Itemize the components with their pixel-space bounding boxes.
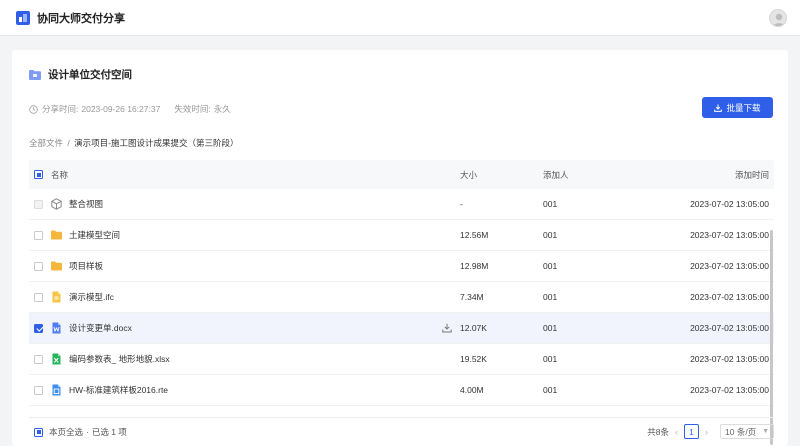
row-checkbox[interactable] [34, 261, 43, 271]
share-time-value: 2023-09-26 16:27:37 [81, 104, 161, 114]
file-size: 12.56M [460, 230, 489, 240]
batch-download-button[interactable]: 批量下载 [702, 97, 773, 118]
file-adder: 001 [543, 323, 558, 333]
table-row[interactable]: 土建模型空间 12.56M 001 2023-07-02 13:05:00 [29, 220, 774, 251]
user-icon [772, 13, 786, 26]
column-name[interactable]: 名称 [49, 169, 460, 181]
breadcrumb-current: 演示项目-施工图设计成果提交（第三阶段） [74, 138, 239, 148]
folder-icon [51, 230, 62, 240]
breadcrumb: 全部文件 / 演示项目-施工图设计成果提交（第三阶段） [29, 137, 238, 149]
table-row[interactable]: 设计变更单.docx 12.07K 001 2023-07-02 13:05:0… [29, 313, 774, 344]
row-checkbox[interactable] [34, 292, 43, 302]
file-adder: 001 [543, 230, 558, 240]
file-time: 2023-07-02 13:05:00 [690, 354, 769, 364]
app-title: 协同大师交付分享 [37, 12, 125, 25]
file-name[interactable]: 设计变更单.docx [69, 322, 132, 334]
excel-file-icon [52, 353, 61, 365]
download-icon [714, 104, 723, 112]
file-adder: 001 [543, 199, 558, 209]
row-checkbox[interactable] [34, 323, 43, 333]
file-name[interactable]: 编码参数表_ 地形地貌.xlsx [69, 353, 170, 365]
share-time-label: 分享时间: [42, 104, 79, 114]
footer-separator: · [86, 427, 89, 437]
file-size: 12.07K [460, 323, 487, 333]
model-view-icon [51, 198, 62, 210]
file-size: 12.98M [460, 261, 489, 271]
file-size: 7.34M [460, 292, 484, 302]
pagination: 共8条 ‹ 1 › 10 条/页 ▼ [647, 424, 774, 439]
file-size: 4.00M [460, 385, 484, 395]
app-logo-icon [16, 10, 30, 25]
rte-file-icon [52, 384, 61, 396]
expire-value: 永久 [213, 104, 231, 114]
file-time: 2023-07-02 13:05:00 [690, 323, 769, 333]
word-file-icon [52, 322, 61, 334]
user-avatar[interactable] [769, 9, 787, 27]
file-size: - [460, 199, 463, 209]
table-row[interactable]: 项目样板 12.98M 001 2023-07-02 13:05:00 [29, 251, 774, 282]
card-title: 设计单位交付空间 [29, 67, 132, 82]
table-row[interactable]: 整合视图 - 001 2023-07-02 13:05:00 [29, 189, 774, 220]
table-header: 名称 大小 添加人 添加时间 [29, 160, 774, 189]
table-row[interactable]: 演示模型.ifc 7.34M 001 2023-07-02 13:05:00 [29, 282, 774, 313]
row-checkbox[interactable] [34, 230, 43, 240]
file-time: 2023-07-02 13:05:00 [690, 230, 769, 240]
row-checkbox[interactable] [34, 354, 43, 364]
column-size[interactable]: 大小 [460, 169, 543, 181]
file-adder: 001 [543, 385, 558, 395]
prev-page-icon[interactable]: ‹ [675, 427, 678, 437]
row-download-icon[interactable] [442, 323, 452, 333]
space-folder-icon [29, 69, 41, 80]
share-meta: 分享时间: 2023-09-26 16:27:37 失效时间: 永久 [29, 103, 231, 115]
file-time: 2023-07-02 13:05:00 [690, 385, 769, 395]
table-scrollbar[interactable] [770, 230, 773, 445]
breadcrumb-separator: / [67, 138, 70, 148]
top-bar: 协同大师交付分享 [0, 0, 800, 36]
select-all-label[interactable]: 本页全选 [49, 426, 83, 438]
select-all-checkbox[interactable] [34, 427, 43, 437]
column-time[interactable]: 添加时间 [630, 169, 774, 181]
file-size: 19.52K [460, 354, 487, 364]
file-table: 名称 大小 添加人 添加时间 整合视图 - 001 2023-07-02 13:… [29, 160, 774, 406]
row-checkbox[interactable] [34, 385, 43, 395]
file-name[interactable]: 土建模型空间 [69, 229, 120, 241]
column-adder[interactable]: 添加人 [543, 169, 630, 181]
file-adder: 001 [543, 261, 558, 271]
file-time: 2023-07-02 13:05:00 [690, 199, 769, 209]
delivery-card: 设计单位交付空间 分享时间: 2023-09-26 16:27:37 失效时间:… [12, 50, 788, 446]
page-size-value: 10 条/页 [725, 426, 757, 437]
file-time: 2023-07-02 13:05:00 [690, 261, 769, 271]
page-1-button[interactable]: 1 [684, 424, 699, 439]
file-name[interactable]: 项目样板 [69, 260, 103, 272]
ifc-file-icon [52, 291, 61, 303]
table-row[interactable]: HW-标准建筑样板2016.rte 4.00M 001 2023-07-02 1… [29, 375, 774, 406]
file-adder: 001 [543, 354, 558, 364]
page-size-select[interactable]: 10 条/页 ▼ [720, 424, 774, 439]
header-checkbox[interactable] [34, 170, 43, 179]
file-name[interactable]: 演示模型.ifc [69, 291, 114, 303]
file-adder: 001 [543, 292, 558, 302]
card-title-text: 设计单位交付空间 [48, 69, 132, 81]
expire-label: 失效时间: [174, 104, 211, 114]
folder-icon [51, 261, 62, 271]
table-row[interactable]: 编码参数表_ 地形地貌.xlsx 19.52K 001 2023-07-02 1… [29, 344, 774, 375]
file-name[interactable]: 整合视图 [69, 198, 103, 210]
chevron-down-icon: ▼ [762, 428, 769, 435]
next-page-icon[interactable]: › [705, 427, 708, 437]
total-count: 共8条 [647, 426, 669, 437]
batch-download-label: 批量下载 [726, 102, 761, 113]
table-footer: 本页全选 · 已选 1 项 共8条 ‹ 1 › 10 条/页 ▼ [29, 417, 774, 446]
row-checkbox [34, 199, 43, 209]
clock-icon [29, 104, 38, 114]
breadcrumb-root[interactable]: 全部文件 [29, 138, 63, 148]
file-name[interactable]: HW-标准建筑样板2016.rte [69, 384, 168, 396]
selected-count: 已选 1 项 [91, 427, 127, 437]
file-time: 2023-07-02 13:05:00 [690, 292, 769, 302]
